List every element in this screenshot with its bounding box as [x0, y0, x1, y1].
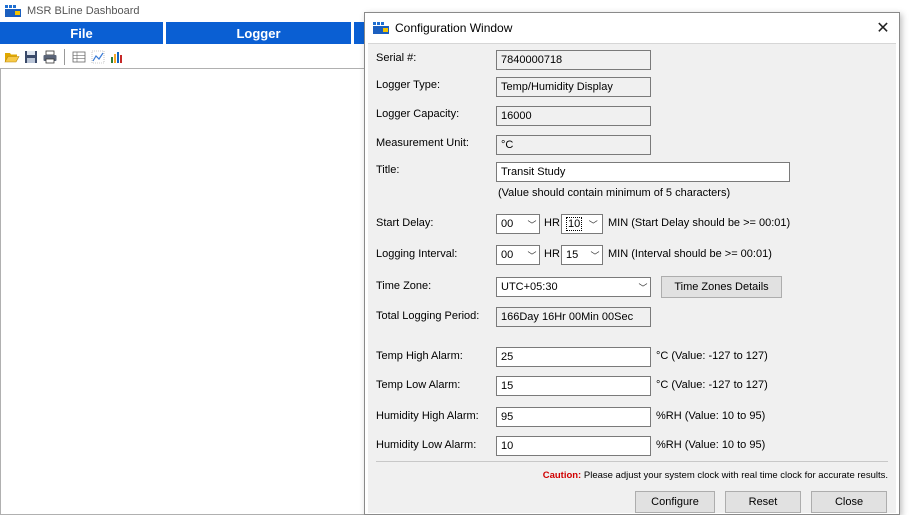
app-workarea — [0, 68, 366, 515]
logging-interval-label: Logging Interval: — [376, 248, 458, 260]
dialog-logo-icon — [373, 22, 389, 34]
temp-low-alarm-hint: °C (Value: -127 to 127) — [656, 379, 768, 391]
save-icon[interactable] — [23, 49, 39, 65]
dialog-title: Configuration Window — [395, 21, 513, 35]
start-delay-hr-label: HR — [544, 217, 560, 229]
caution-text: Please adjust your system clock with rea… — [583, 470, 888, 481]
menu-file[interactable]: File — [0, 22, 163, 44]
title-label: Title: — [376, 164, 400, 176]
humidity-high-alarm-label: Humidity High Alarm: — [376, 410, 479, 422]
humidity-high-alarm-hint: %RH (Value: 10 to 95) — [656, 410, 766, 422]
logger-type-field: Temp/Humidity Display — [496, 77, 651, 97]
dialog-body: Serial #: 7840000718 Logger Type: Temp/H… — [368, 43, 896, 513]
line-graph-icon[interactable] — [90, 49, 106, 65]
temp-high-alarm-label: Temp High Alarm: — [376, 350, 463, 362]
serial-label: Serial #: — [376, 52, 417, 64]
logging-interval-hr-label: HR — [544, 248, 560, 260]
footer-divider — [376, 461, 888, 462]
timezone-select[interactable]: UTC+05:30 ﹀ — [496, 277, 651, 297]
print-icon[interactable] — [42, 49, 58, 65]
chevron-down-icon: ﹀ — [590, 250, 600, 261]
caution-label: Caution: — [542, 470, 582, 481]
configure-button[interactable]: Configure — [635, 491, 715, 513]
chevron-down-icon: ﹀ — [527, 219, 537, 230]
temp-low-alarm-label: Temp Low Alarm: — [376, 379, 461, 391]
timezone-label: Time Zone: — [376, 280, 432, 292]
app-logo-icon — [5, 5, 21, 17]
start-delay-label: Start Delay: — [376, 217, 434, 229]
humidity-high-alarm-input[interactable]: 95 — [496, 407, 651, 427]
logging-interval-min-select[interactable]: 15 ﹀ — [561, 245, 603, 265]
table-view-icon[interactable] — [71, 49, 87, 65]
title-hint: (Value should contain minimum of 5 chara… — [498, 187, 731, 199]
open-folder-icon[interactable] — [4, 49, 20, 65]
reset-button[interactable]: Reset — [725, 491, 801, 513]
chevron-down-icon: ﹀ — [638, 282, 648, 293]
measurement-unit-label: Measurement Unit: — [376, 137, 469, 149]
caution-message: Caution: Please adjust your system clock… — [543, 470, 888, 481]
menu-logger[interactable]: Logger — [166, 22, 351, 44]
toolbar-separator — [64, 49, 65, 65]
menubar: File Logger — [0, 22, 377, 44]
configuration-dialog: Configuration Window ✕ Serial #: 7840000… — [364, 12, 900, 515]
humidity-low-alarm-hint: %RH (Value: 10 to 95) — [656, 439, 766, 451]
start-delay-min-select[interactable]: 10 ﹀ — [561, 214, 603, 234]
logger-type-label: Logger Type: — [376, 79, 441, 91]
logger-capacity-label: Logger Capacity: — [376, 108, 460, 120]
toolbar — [0, 47, 128, 67]
logging-interval-hint: MIN (Interval should be >= 00:01) — [608, 248, 772, 260]
total-logging-period-field: 166Day 16Hr 00Min 00Sec — [496, 307, 651, 327]
temp-low-alarm-input[interactable]: 15 — [496, 376, 651, 396]
temp-high-alarm-input[interactable]: 25 — [496, 347, 651, 367]
serial-field: 7840000718 — [496, 50, 651, 70]
close-button[interactable]: Close — [811, 491, 887, 513]
chevron-down-icon: ﹀ — [588, 219, 598, 230]
logger-capacity-field: 16000 — [496, 106, 651, 126]
dialog-titlebar[interactable]: Configuration Window ✕ — [365, 13, 899, 43]
measurement-unit-field: °C — [496, 135, 651, 155]
chevron-down-icon: ﹀ — [527, 250, 537, 261]
humidity-low-alarm-label: Humidity Low Alarm: — [376, 439, 477, 451]
total-logging-period-label: Total Logging Period: — [376, 310, 480, 322]
app-title: MSR BLine Dashboard — [27, 5, 140, 17]
title-input[interactable]: Transit Study — [496, 162, 790, 182]
start-delay-hr-select[interactable]: 00 ﹀ — [496, 214, 540, 234]
close-icon[interactable]: ✕ — [871, 17, 895, 39]
timezone-details-button[interactable]: Time Zones Details — [661, 276, 782, 298]
logging-interval-hr-select[interactable]: 00 ﹀ — [496, 245, 540, 265]
temp-high-alarm-hint: °C (Value: -127 to 127) — [656, 350, 768, 362]
humidity-low-alarm-input[interactable]: 10 — [496, 436, 651, 456]
bar-chart-icon[interactable] — [109, 49, 125, 65]
start-delay-hint: MIN (Start Delay should be >= 00:01) — [608, 217, 791, 229]
